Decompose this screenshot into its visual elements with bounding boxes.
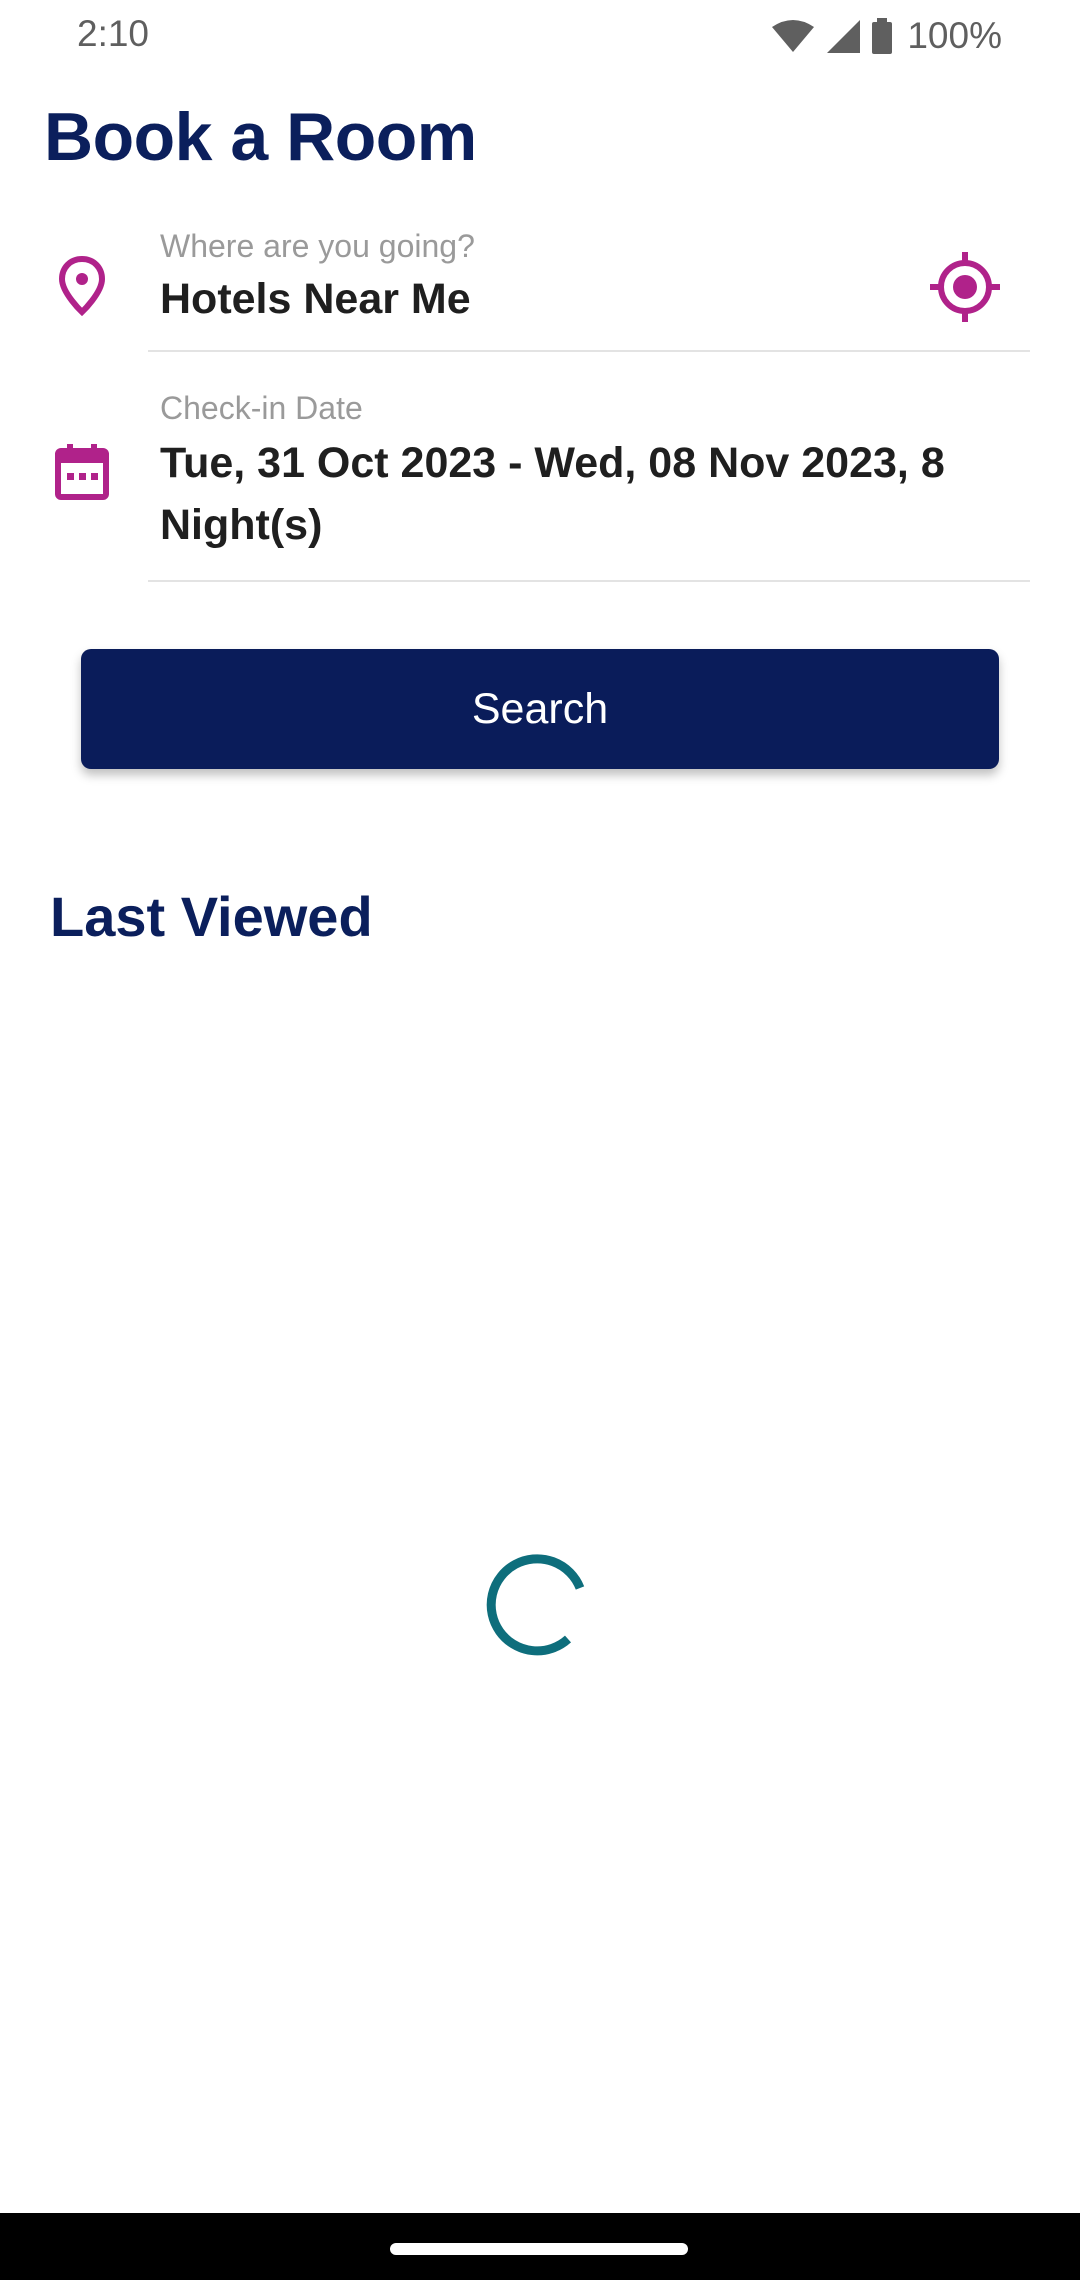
loading-spinner-icon <box>480 1546 596 1662</box>
wifi-icon <box>771 19 815 53</box>
status-icons: 100% <box>771 12 1002 60</box>
search-button[interactable]: Search <box>81 649 999 769</box>
check-in-date-value[interactable]: Tue, 31 Oct 2023 - Wed, 08 Nov 2023, 8 N… <box>160 432 1020 556</box>
destination-value[interactable]: Hotels Near Me <box>160 268 860 330</box>
status-bar: 2:10 100% <box>0 0 1080 72</box>
check-in-date-label: Check-in Date <box>160 390 363 426</box>
battery-icon <box>871 18 893 54</box>
battery-percent: 100% <box>907 15 1002 56</box>
cell-signal-icon <box>825 18 861 54</box>
status-time: 2:10 <box>77 13 150 54</box>
calendar-icon <box>55 443 109 506</box>
check-in-date-field[interactable]: Check-in Date Tue, 31 Oct 2023 - Wed, 08… <box>148 380 1030 582</box>
location-pin-icon <box>58 255 106 321</box>
page-title: Book a Room <box>44 99 477 175</box>
system-nav-bar <box>0 2213 1080 2280</box>
my-location-icon[interactable] <box>928 250 1002 329</box>
destination-label: Where are you going? <box>160 228 475 264</box>
last-viewed-title: Last Viewed <box>50 885 373 948</box>
home-gesture-handle[interactable] <box>390 2243 688 2255</box>
destination-field[interactable]: Where are you going? Hotels Near Me <box>148 220 1030 352</box>
